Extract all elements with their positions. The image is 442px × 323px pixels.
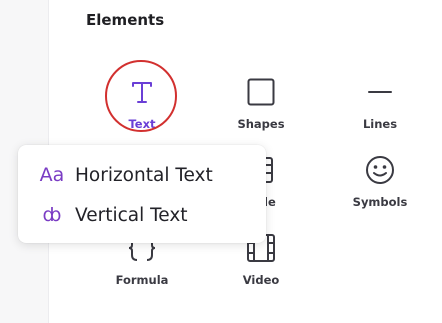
element-tile-label: Symbols	[352, 195, 408, 209]
element-tile-shapes[interactable]: Shapes	[216, 72, 306, 136]
menu-item-horizontal-text[interactable]: Aa Horizontal Text	[18, 155, 266, 195]
panel-title: Elements	[86, 11, 165, 29]
element-tile-lines[interactable]: Lines	[335, 72, 425, 136]
line-icon	[335, 72, 425, 112]
highlight-ring	[105, 60, 177, 132]
element-tile-label: Video	[242, 273, 280, 287]
horizontal-text-icon: Aa	[39, 164, 65, 186]
menu-item-label: Vertical Text	[75, 204, 188, 226]
element-tile-label: Formula	[115, 273, 169, 287]
element-tile-symbols[interactable]: Symbols	[335, 150, 425, 214]
element-tile-label: Lines	[362, 117, 398, 131]
element-tile-label: Shapes	[237, 117, 285, 131]
smiley-icon	[335, 150, 425, 190]
text-type-menu: Aa Horizontal Text ȸ Vertical Text	[18, 145, 266, 243]
menu-item-vertical-text[interactable]: ȸ Vertical Text	[18, 195, 266, 235]
square-icon	[216, 72, 306, 112]
vertical-text-icon: ȸ	[42, 204, 62, 226]
menu-item-label: Horizontal Text	[75, 164, 213, 186]
